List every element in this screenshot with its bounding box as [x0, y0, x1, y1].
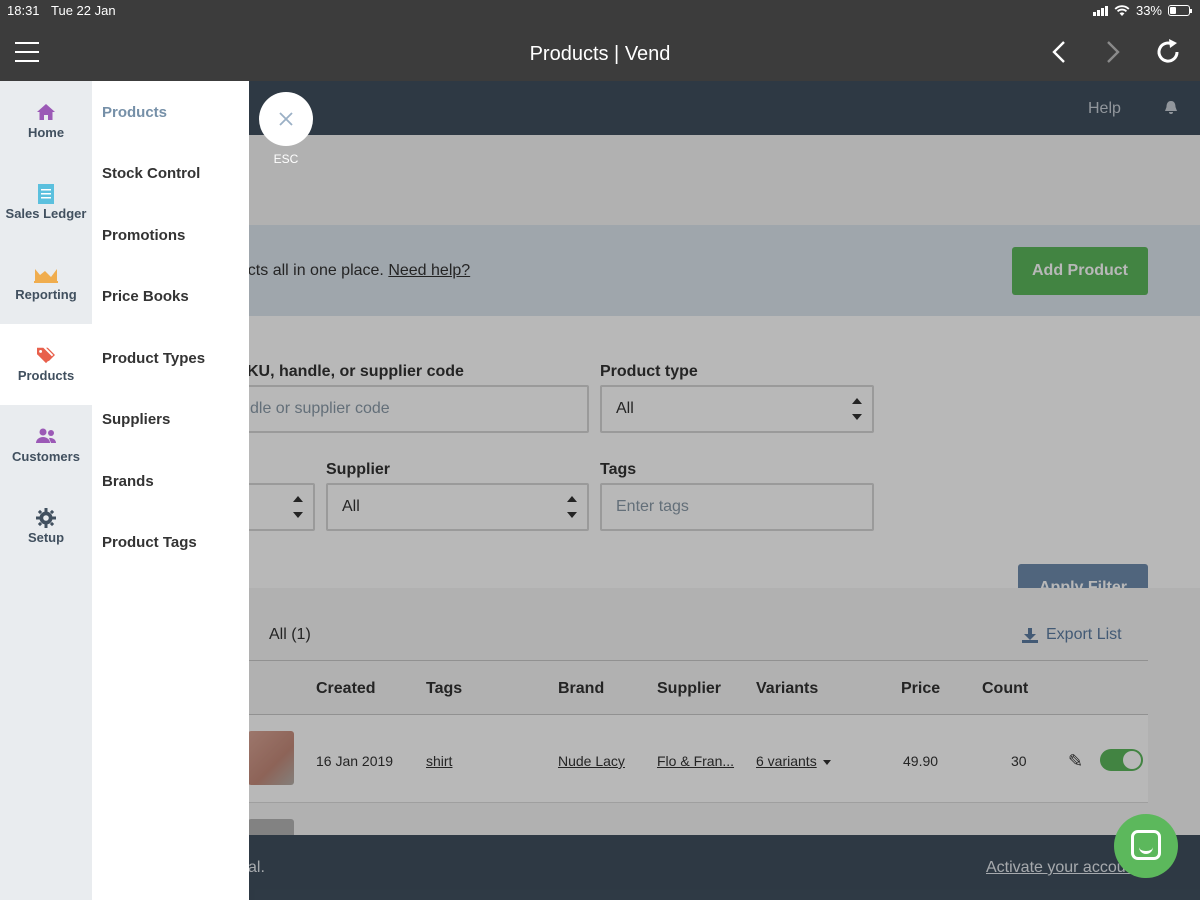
- submenu-item-brands[interactable]: Brands: [102, 473, 154, 490]
- rail-item-customers[interactable]: Customers: [0, 405, 92, 486]
- close-menu-button[interactable]: [259, 92, 313, 146]
- status-indicators: 33%: [1092, 3, 1192, 18]
- tag-icon: [37, 347, 55, 364]
- wifi-icon: [1114, 4, 1130, 16]
- main-nav-rail: Home Sales Ledger Reporting Products Cus…: [0, 81, 92, 900]
- reload-icon[interactable]: [1150, 34, 1186, 70]
- chat-icon: [1131, 830, 1161, 860]
- customers-icon: [36, 428, 57, 443]
- rail-label-reporting: Reporting: [15, 287, 77, 302]
- browser-nav-bar: Products | Vend: [0, 22, 1200, 81]
- rail-item-home[interactable]: Home: [0, 81, 92, 162]
- rail-item-products[interactable]: Products: [0, 324, 92, 405]
- submenu-item-stock-control[interactable]: Stock Control: [102, 165, 200, 182]
- status-date: Tue 22 Jan: [51, 3, 116, 18]
- rail-label-products: Products: [17, 368, 75, 383]
- battery-icon: [1168, 5, 1192, 16]
- signal-icon: [1092, 5, 1108, 16]
- reporting-icon: [34, 269, 58, 283]
- products-submenu: Products Stock Control Promotions Price …: [92, 81, 249, 900]
- rail-label-sales-ledger: Sales Ledger: [5, 206, 87, 221]
- close-icon: [279, 112, 293, 126]
- rail-item-sales-ledger[interactable]: Sales Ledger: [0, 162, 92, 243]
- back-arrow-icon[interactable]: [1042, 34, 1078, 70]
- esc-label: ESC: [273, 152, 299, 166]
- submenu-item-promotions[interactable]: Promotions: [102, 227, 185, 244]
- submenu-item-price-books[interactable]: Price Books: [102, 288, 189, 305]
- rail-label-setup: Setup: [27, 530, 65, 545]
- forward-arrow-icon[interactable]: [1094, 34, 1130, 70]
- battery-percent: 33%: [1135, 3, 1162, 18]
- submenu-item-products[interactable]: Products: [102, 104, 167, 121]
- chat-button[interactable]: [1114, 814, 1178, 878]
- page-title: Products | Vend: [529, 43, 671, 65]
- rail-label-customers: Customers: [12, 449, 80, 464]
- status-time: 18:31: [7, 3, 40, 18]
- rail-item-setup[interactable]: Setup: [0, 486, 92, 567]
- ledger-icon: [38, 184, 54, 204]
- submenu-item-product-tags[interactable]: Product Tags: [102, 534, 197, 551]
- submenu-item-suppliers[interactable]: Suppliers: [102, 411, 170, 428]
- rail-label-home: Home: [27, 125, 65, 140]
- home-icon: [37, 104, 55, 120]
- submenu-item-product-types[interactable]: Product Types: [102, 350, 205, 367]
- status-bar: 18:31 Tue 22 Jan 33%: [0, 0, 1200, 22]
- gear-icon: [36, 508, 56, 528]
- rail-item-reporting[interactable]: Reporting: [0, 243, 92, 324]
